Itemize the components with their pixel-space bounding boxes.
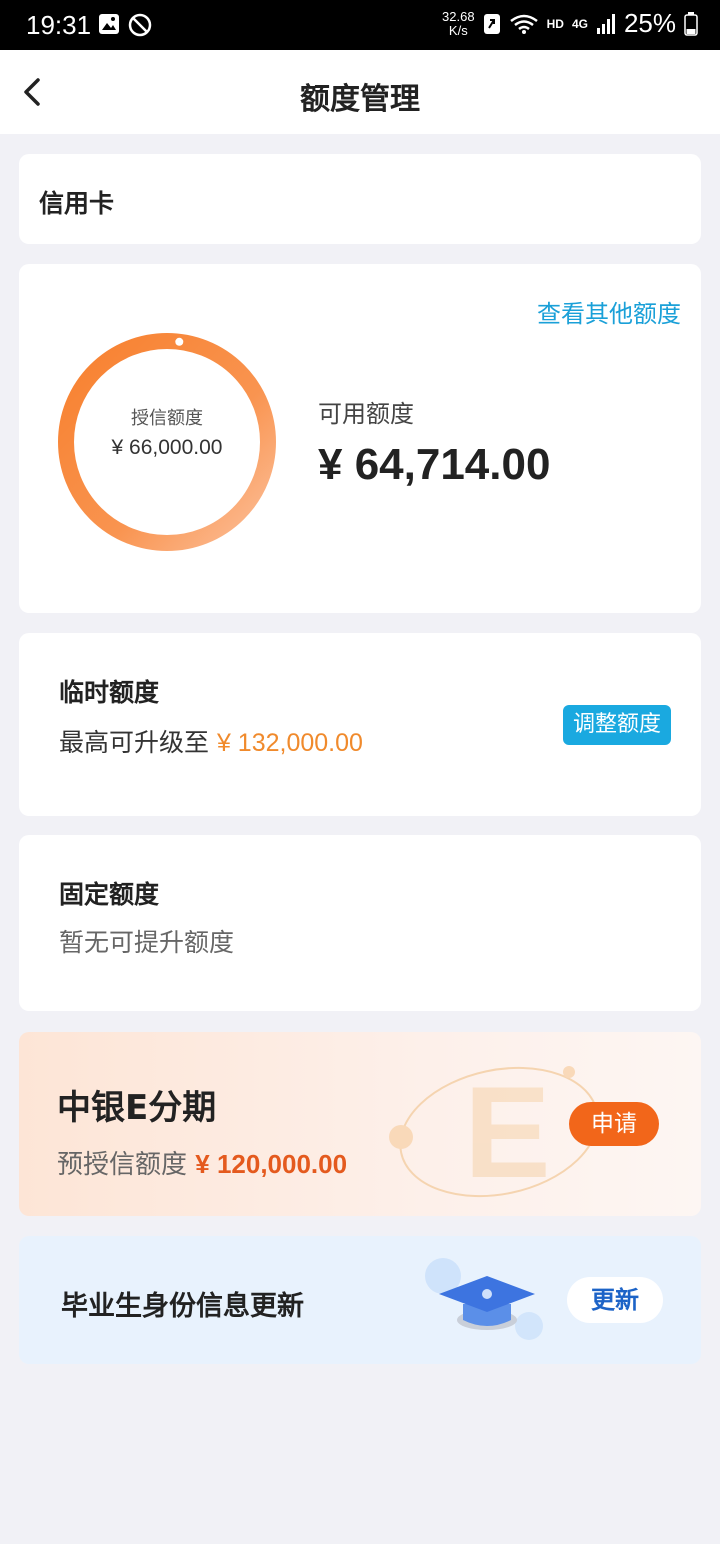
fixed-limit-title: 固定额度 [59, 880, 160, 909]
speed-value: 32.68 [442, 8, 475, 24]
data-saver-icon [483, 13, 500, 34]
graduation-cap-icon [425, 1258, 543, 1340]
card-type-label: 信用卡 [39, 189, 115, 218]
graduate-update-card[interactable]: 毕业生身份信息更新 更新 [19, 1236, 701, 1364]
installment-desc-prefix: 预授信额度 [57, 1150, 196, 1180]
ring-marker [175, 337, 184, 346]
signal-icon [596, 13, 615, 34]
installment-title: 中银E分期 [57, 1088, 217, 1128]
status-right: 32.68 K/s HD 4G 25% [442, 8, 698, 39]
battery-percent: 25% [623, 8, 676, 38]
gallery-icon [99, 14, 119, 34]
installment-promo-card[interactable]: E 中银E分期 预授信额度 ¥ 120,000.00 申请 [19, 1032, 701, 1216]
fixed-limit-card: 固定额度 暂无可提升额度 [19, 835, 701, 1011]
status-bar: 19:31 32.68 K/s HD 4G 25% [0, 0, 720, 50]
granted-limit-label: 授信额度 [131, 408, 203, 429]
nav-bar: 额度管理 [0, 50, 720, 134]
graduate-title: 毕业生身份信息更新 [61, 1291, 304, 1322]
status-notification-icons [98, 13, 152, 37]
speed-unit: K/s [448, 22, 468, 38]
network-type: 4G [571, 16, 588, 31]
svg-text:E: E [464, 1059, 551, 1205]
temp-limit-card: 临时额度 最高可升级至 ¥ 132,000.00 调整额度 [19, 633, 701, 816]
network-speed: 32.68 K/s [442, 8, 475, 38]
fixed-limit-desc: 暂无可提升额度 [59, 928, 235, 957]
wifi-icon [509, 14, 538, 34]
page-title: 额度管理 [300, 82, 420, 117]
temp-limit-amount: ¥ 132,000.00 [216, 729, 363, 757]
hd-label: HD [546, 16, 564, 31]
credit-limit-card: 查看其他额度 授信额度 ¥ 66,000.00 可用额度 ¥ 64,714.00 [19, 264, 701, 613]
apply-button[interactable]: 申请 [569, 1102, 659, 1146]
available-limit-value: ¥ 64,714.00 [318, 440, 551, 489]
status-time: 19:31 [26, 10, 92, 40]
update-button[interactable]: 更新 [567, 1277, 663, 1323]
granted-limit-value: ¥ 66,000.00 [111, 436, 223, 459]
temp-limit-title: 临时额度 [59, 678, 160, 707]
temp-limit-desc: 最高可升级至 ¥ 132,000.00 [59, 723, 363, 759]
installment-desc: 预授信额度 ¥ 120,000.00 [57, 1144, 347, 1181]
blocked-icon [128, 13, 152, 37]
battery-icon [684, 11, 698, 36]
view-other-limits-link[interactable]: 查看其他额度 [537, 294, 681, 329]
adjust-limit-button[interactable]: 调整额度 [562, 705, 671, 745]
card-type-selector[interactable]: 信用卡 [19, 154, 701, 244]
available-limit-label: 可用额度 [318, 400, 414, 428]
temp-limit-desc-prefix: 最高可升级至 [59, 728, 217, 757]
installment-amount: ¥ 120,000.00 [195, 1149, 348, 1179]
